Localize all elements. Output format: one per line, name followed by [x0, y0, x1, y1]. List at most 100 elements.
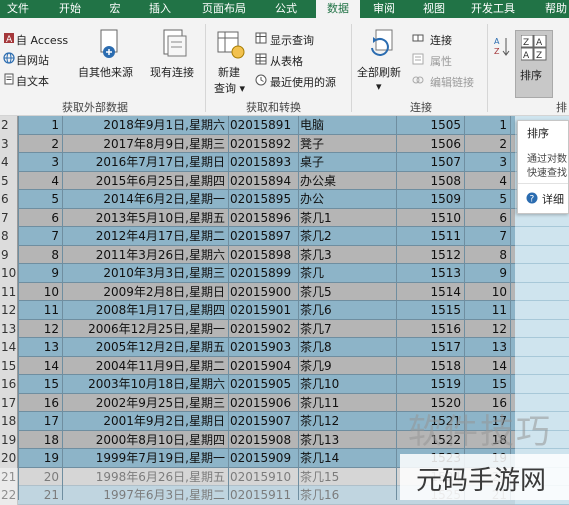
refresh-all-button[interactable]: 全部刷新 — [357, 64, 401, 80]
cell-code[interactable]: 1515 — [396, 301, 464, 320]
cell-number[interactable]: 8 — [18, 246, 62, 265]
cell-number[interactable]: 20 — [18, 468, 62, 487]
tab-data[interactable]: 数据 — [316, 0, 360, 18]
cell-name[interactable]: 茶几15 — [298, 468, 396, 487]
cell-code[interactable]: 1514 — [396, 283, 464, 302]
cell-name[interactable]: 茶几6 — [298, 301, 396, 320]
cell-code[interactable]: 1513 — [396, 264, 464, 283]
from-access-button[interactable]: 自 Access — [16, 32, 68, 48]
row-header[interactable]: 8 — [0, 227, 18, 246]
cell-group[interactable]: 4 — [464, 172, 510, 191]
cell-name[interactable]: 电脑 — [298, 116, 396, 135]
cell-code[interactable]: 1512 — [396, 246, 464, 265]
empty-cell[interactable] — [515, 301, 569, 320]
tab-page-layout[interactable]: 页面布局 — [192, 0, 256, 18]
row-header[interactable]: 10 — [0, 264, 18, 283]
cell-id[interactable]: 02015909 — [228, 449, 298, 468]
cell-name[interactable]: 茶几1 — [298, 209, 396, 228]
cell-code[interactable]: 1507 — [396, 153, 464, 172]
table-row[interactable]: 3 2 2017年8月9日,星期三 02015892 凳子 1506 2 — [0, 134, 515, 154]
cell-name[interactable]: 茶几16 — [298, 486, 396, 505]
table-row[interactable]: 14 13 2005年12月2日,星期五 02015903 茶几8 1517 13 — [0, 338, 515, 357]
tab-formulas[interactable]: 公式 — [266, 0, 306, 18]
cell-number[interactable]: 16 — [18, 394, 62, 413]
cell-group[interactable]: 7 — [464, 227, 510, 246]
cell-name[interactable]: 茶几13 — [298, 431, 396, 450]
tab-help[interactable]: 帮助 — [536, 0, 569, 18]
cell-number[interactable]: 1 — [18, 116, 62, 135]
cell-id[interactable]: 02015911 — [228, 486, 298, 505]
row-header[interactable]: 6 — [0, 190, 18, 209]
cell-name[interactable]: 茶几14 — [298, 449, 396, 468]
cell-group[interactable]: 3 — [464, 153, 510, 172]
cell-id[interactable]: 02015908 — [228, 431, 298, 450]
empty-cell[interactable] — [515, 245, 569, 264]
empty-cell[interactable] — [515, 375, 569, 394]
row-header[interactable]: 14 — [0, 338, 18, 357]
row-header[interactable]: 16 — [0, 375, 18, 394]
cell-name[interactable]: 茶几11 — [298, 394, 396, 413]
tab-file[interactable]: 文件 — [2, 0, 34, 18]
cell-date[interactable]: 2016年7月17日,星期日 — [62, 153, 228, 172]
cell-id[interactable]: 02015901 — [228, 301, 298, 320]
cell-group[interactable]: 14 — [464, 357, 510, 376]
edit-links-button[interactable]: 编辑链接 — [430, 74, 474, 90]
cell-number[interactable]: 5 — [18, 190, 62, 209]
from-other-sources-button[interactable]: 自其他来源 — [78, 64, 133, 80]
cell-group[interactable]: 6 — [464, 209, 510, 228]
tab-review[interactable]: 审阅 — [364, 0, 404, 18]
show-queries-button[interactable]: 显示查询 — [270, 32, 314, 48]
row-header[interactable]: 7 — [0, 208, 18, 227]
cell-id[interactable]: 02015902 — [228, 320, 298, 339]
empty-cell[interactable] — [515, 264, 569, 283]
empty-cell[interactable] — [515, 319, 569, 338]
cell-code[interactable]: 1516 — [396, 320, 464, 339]
tab-home[interactable]: 开始 — [52, 0, 88, 18]
cell-code[interactable]: 1510 — [396, 209, 464, 228]
cell-date[interactable]: 2005年12月2日,星期五 — [62, 338, 228, 357]
cell-name[interactable]: 茶几12 — [298, 412, 396, 431]
from-table-button[interactable]: 从表格 — [270, 53, 303, 69]
cell-code[interactable]: 1505 — [396, 116, 464, 135]
cell-number[interactable]: 11 — [18, 301, 62, 320]
refresh-dropdown[interactable]: ▾ — [376, 80, 382, 93]
cell-date[interactable]: 2018年9月1日,星期六 — [62, 116, 228, 135]
table-row[interactable]: 16 15 2003年10月18日,星期六 02015905 茶几10 1519 15 — [0, 375, 515, 394]
cell-group[interactable]: 2 — [464, 135, 510, 154]
row-header[interactable]: 17 — [0, 393, 18, 412]
table-row[interactable]: 10 9 2010年3月3日,星期三 02015899 茶几 1513 9 — [0, 264, 515, 283]
row-header[interactable]: 4 — [0, 153, 18, 172]
row-header[interactable]: 15 — [0, 356, 18, 375]
cell-number[interactable]: 4 — [18, 172, 62, 191]
cell-code[interactable]: 1517 — [396, 338, 464, 357]
cell-code[interactable]: 1519 — [396, 375, 464, 394]
table-row[interactable]: 7 6 2013年5月10日,星期五 02015896 茶几1 1510 6 — [0, 208, 515, 228]
cell-id[interactable]: 02015903 — [228, 338, 298, 357]
table-row[interactable]: 5 4 2015年6月25日,星期四 02015894 办公桌 1508 4 — [0, 171, 515, 191]
empty-cell[interactable] — [515, 282, 569, 301]
recent-sources-button[interactable]: 最近使用的源 — [270, 74, 336, 90]
cell-group[interactable]: 10 — [464, 283, 510, 302]
empty-cell[interactable] — [515, 338, 569, 357]
cell-code[interactable]: 1518 — [396, 357, 464, 376]
cell-name[interactable]: 凳子 — [298, 135, 396, 154]
cell-id[interactable]: 02015907 — [228, 412, 298, 431]
cell-date[interactable]: 2017年8月9日,星期三 — [62, 135, 228, 154]
cell-name[interactable]: 茶几7 — [298, 320, 396, 339]
cell-date[interactable]: 2013年5月10日,星期五 — [62, 209, 228, 228]
row-header[interactable]: 22 — [0, 486, 18, 505]
cell-date[interactable]: 2008年1月17日,星期四 — [62, 301, 228, 320]
row-header[interactable]: 19 — [0, 430, 18, 449]
new-query-button[interactable]: 查询 ▾ — [214, 80, 245, 96]
cell-group[interactable]: 5 — [464, 190, 510, 209]
row-header[interactable]: 2 — [0, 116, 18, 135]
cell-code[interactable]: 1508 — [396, 172, 464, 191]
cell-number[interactable]: 14 — [18, 357, 62, 376]
row-header[interactable]: 21 — [0, 467, 18, 486]
table-row[interactable]: 2 1 2018年9月1日,星期六 02015891 电脑 1505 1 — [0, 116, 515, 135]
cell-date[interactable]: 2012年4月17日,星期二 — [62, 227, 228, 246]
cell-date[interactable]: 1999年7月19日,星期一 — [62, 449, 228, 468]
cell-date[interactable]: 2009年2月8日,星期日 — [62, 283, 228, 302]
cell-number[interactable]: 18 — [18, 431, 62, 450]
cell-number[interactable]: 12 — [18, 320, 62, 339]
